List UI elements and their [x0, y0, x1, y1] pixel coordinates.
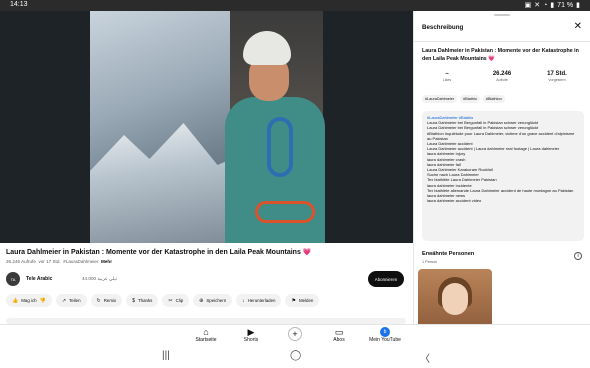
home-button-icon[interactable]: ◯	[290, 350, 301, 361]
people-count: 1 Person	[422, 260, 438, 264]
wifi-icon: ◔	[543, 1, 548, 9]
nav-create[interactable]: +	[275, 327, 315, 341]
close-icon[interactable]: ✕	[574, 21, 582, 32]
youtube-app-screen: 14:13 ▣ ✕ ◔ ▮ 71 % ▮ Laura Dahlmeier in …	[0, 0, 590, 368]
panel-drag-handle[interactable]	[494, 14, 510, 16]
thanks-button[interactable]: $ Thanks	[126, 294, 159, 307]
share-label: Teilen	[69, 298, 81, 303]
report-label: Melden	[298, 298, 314, 303]
action-bar: 👍 Mag ich 👎 ↗ Teilen ↻ Remix $ Thanks ✂ …	[6, 294, 320, 307]
thanks-label: Thanks	[137, 298, 153, 303]
channel-row: TA Tele Arabic تيلي عربية 44.000 Abonnie…	[6, 270, 410, 288]
video-meta[interactable]: 26.246 Aufrufe vor 17 Std. #LauraDahlmei…	[6, 259, 112, 264]
remix-button[interactable]: ↻ Remix	[90, 294, 123, 307]
remix-icon: ↻	[96, 297, 101, 304]
video-title: Laura Dahlmeier in Pakistan : Momente vo…	[6, 249, 312, 256]
download-label: Herunterladen	[247, 298, 276, 303]
person-card[interactable]	[418, 269, 492, 324]
video-hashtag: #LauraDahlmeier	[63, 259, 99, 264]
climber-helmet	[243, 31, 291, 65]
description-text-box: #LauraDahlmeier #Biathlo Laura Dahlmeier…	[422, 111, 584, 241]
flag-icon: ⚑	[291, 297, 296, 304]
video-player[interactable]	[0, 11, 413, 243]
like-label: Mag ich	[21, 298, 37, 303]
shorts-icon: ▶	[247, 327, 255, 337]
share-button[interactable]: ↗ Teilen	[55, 294, 87, 307]
hashtag-chip[interactable]: #Biathlon	[482, 95, 505, 103]
channel-avatar[interactable]: TA	[6, 272, 20, 286]
description-video-title: Laura Dahlmeier in Pakistan : Momente vo…	[422, 48, 579, 62]
description-line: laura dahlmeier accident video	[427, 198, 482, 204]
home-icon: ⌂	[203, 327, 209, 337]
thumbs-down-icon[interactable]: 👎	[40, 298, 46, 304]
stat-date: 17 Std. Vorgestern	[532, 71, 582, 82]
description-line: #Biathlon Inquiétude pour Laura Dahlmeie…	[427, 130, 575, 141]
subscribe-button[interactable]: Abonnieren	[368, 271, 404, 287]
nav-shorts-label: Shorts	[243, 337, 259, 343]
report-button[interactable]: ⚑ Melden	[285, 294, 320, 307]
stat-value: 17 Std.	[547, 71, 567, 77]
signal-icon: ▮	[550, 2, 555, 9]
stat-views: 26.246 Aufrufe	[477, 71, 527, 82]
thanks-icon: $	[132, 297, 135, 304]
remix-label: Remix	[103, 298, 117, 303]
nav-subscriptions[interactable]: ▭ Abos	[319, 327, 359, 343]
climber-rope	[267, 117, 293, 177]
info-icon[interactable]: i	[574, 252, 582, 260]
bottom-navigation: ⌂ Startseite ▶ Shorts + ▭ Abos b Mein Yo…	[0, 324, 590, 346]
status-bar: 14:13 ▣ ✕ ◔ ▮ 71 % ▮	[0, 0, 590, 11]
save-button[interactable]: ⊕ Speichern	[193, 294, 233, 307]
clip-button[interactable]: ✂ Clip	[162, 294, 190, 307]
video-age: vor 17 Std.	[38, 259, 61, 264]
download-button[interactable]: ↓ Herunterladen	[236, 294, 282, 307]
people-section-title: Erwähnte Personen	[422, 251, 475, 257]
nav-you-label: Mein YouTube	[369, 337, 401, 343]
system-icons: ▣ ✕ ◔ ▮ 71 % ▮	[524, 1, 580, 10]
share-icon: ↗	[61, 297, 67, 304]
system-navigation-bar: ||| ◯ 〈	[0, 346, 590, 368]
user-avatar: b	[380, 327, 390, 337]
save-label: Speichern	[206, 298, 227, 303]
thumbs-up-icon: 👍	[12, 297, 19, 304]
video-climber	[215, 31, 325, 243]
description-panel: Beschreibung ✕ Laura Dahlmeier in Pakist…	[413, 11, 590, 324]
battery-text: 71 %	[557, 1, 574, 9]
clip-icon: ✂	[168, 297, 173, 304]
stat-label: Likes	[442, 78, 452, 82]
video-stats: – Likes 26.246 Aufrufe 17 Std. Vorgester…	[422, 71, 582, 82]
hashtag-row: #LauraDahlmeier #Biathlo #Biathlon	[422, 95, 505, 103]
nav-subscriptions-label: Abos	[333, 337, 345, 343]
notification-icon: ▣	[524, 2, 532, 9]
nav-home[interactable]: ⌂ Startseite	[186, 327, 226, 343]
stat-label: Aufrufe	[496, 78, 508, 82]
clip-label: Clip	[175, 298, 184, 303]
climber-rope-red	[255, 201, 315, 223]
stat-value: –	[445, 71, 449, 77]
channel-subscriber-count: تيلي عربية 44.000	[82, 276, 118, 281]
nav-shorts[interactable]: ▶ Shorts	[231, 327, 271, 343]
back-icon[interactable]: 〈	[420, 350, 430, 365]
panel-title: Beschreibung	[422, 24, 464, 31]
mute-icon: ✕	[534, 2, 541, 9]
download-icon: ↓	[242, 297, 245, 304]
hashtag-chip[interactable]: #LauraDahlmeier	[422, 95, 458, 103]
channel-name[interactable]: Tele Arabic	[26, 276, 52, 282]
more-link[interactable]: Mehr	[101, 259, 112, 264]
nav-home-label: Startseite	[195, 337, 217, 343]
status-time: 14:13	[10, 1, 28, 8]
person-face	[442, 283, 468, 315]
like-button[interactable]: 👍 Mag ich 👎	[6, 294, 52, 307]
nav-you[interactable]: b Mein YouTube	[364, 327, 406, 343]
save-icon: ⊕	[199, 297, 204, 304]
stat-label: Vorgestern	[548, 78, 566, 82]
plus-icon: +	[288, 327, 302, 341]
subscriptions-icon: ▭	[334, 327, 344, 337]
panel-divider	[414, 41, 590, 42]
stat-value: 26.246	[492, 71, 512, 77]
stat-likes: – Likes	[422, 71, 472, 82]
hashtag-chip[interactable]: #Biathlo	[460, 95, 480, 103]
battery-icon: ▮	[576, 2, 580, 9]
recents-icon[interactable]: |||	[162, 350, 170, 361]
view-count: 26.246 Aufrufe	[6, 259, 36, 264]
